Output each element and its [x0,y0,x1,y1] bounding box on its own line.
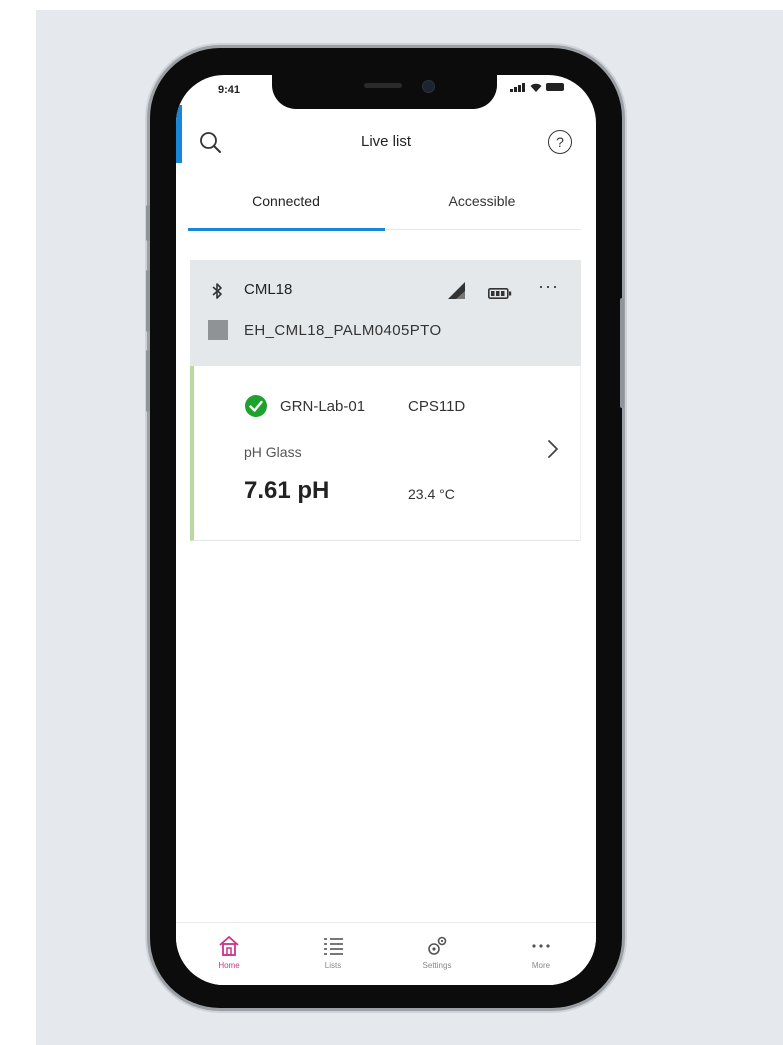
sensor-parameter: pH Glass [244,444,302,460]
volume-up-button [146,270,150,332]
mute-switch [146,205,150,241]
nav-home[interactable]: Home [194,933,264,970]
chevron-right-icon[interactable] [544,436,562,462]
device-type-icon [208,320,228,340]
device-id: EH_CML18_PALM0405PTO [244,322,442,339]
signal-strength-icon [446,280,466,300]
more-icon [506,933,576,959]
speaker [364,83,402,88]
nav-more-label: More [531,961,551,970]
help-icon[interactable]: ? [548,130,572,154]
notch [272,75,497,109]
ph-value: 7.61 pH [244,477,330,504]
nav-home-label: Home [218,961,240,970]
tab-connected[interactable]: Connected [188,193,384,209]
device-name: CML18 [244,281,293,298]
app-bar: Live list ? [176,120,596,166]
nav-settings-label: Settings [422,961,452,970]
battery-icon [488,286,512,299]
check-circle-icon [244,394,268,418]
temperature-value: 23.4 °C [408,486,455,502]
front-camera [422,80,435,93]
bluetooth-icon [210,282,224,300]
tab-accessible[interactable]: Accessible [384,193,580,209]
device-id-row: EH_CML18_PALM0405PTO [190,318,581,342]
nav-lists-label: Lists [324,961,342,970]
sensor-model: CPS11D [408,398,466,415]
settings-icon [402,933,472,959]
sensor-card[interactable]: GRN-Lab-01 CPS11D pH Glass 7.61 pH 23.4 … [190,366,581,541]
list-icon [298,933,368,959]
bottom-nav: Home Lists Settings More [176,922,596,985]
home-icon [194,933,264,959]
status-time: 9:41 [218,84,241,96]
device-card[interactable]: CML18 ··· EH_CML18_PALM0405PTO [190,260,581,366]
tab-bar: Connected Accessible [188,185,581,231]
volume-down-button [146,350,150,412]
page-title: Live list [360,133,412,150]
status-icons [510,83,564,92]
nav-more[interactable]: More [506,933,576,970]
phone-screen: 9:41 Live list ? Connected Accessible CM… [176,75,596,985]
active-tab-indicator [188,228,385,231]
battery-status-icon [546,83,564,91]
device-more-icon[interactable]: ··· [538,276,559,297]
sensor-tag: GRN-Lab-01 [280,398,366,415]
nav-lists[interactable]: Lists [298,933,368,970]
cellular-signal-icon [510,83,525,92]
nav-settings[interactable]: Settings [402,933,472,970]
device-header-row: CML18 ··· [190,276,581,302]
wifi-icon [530,83,542,92]
power-button [620,298,624,408]
